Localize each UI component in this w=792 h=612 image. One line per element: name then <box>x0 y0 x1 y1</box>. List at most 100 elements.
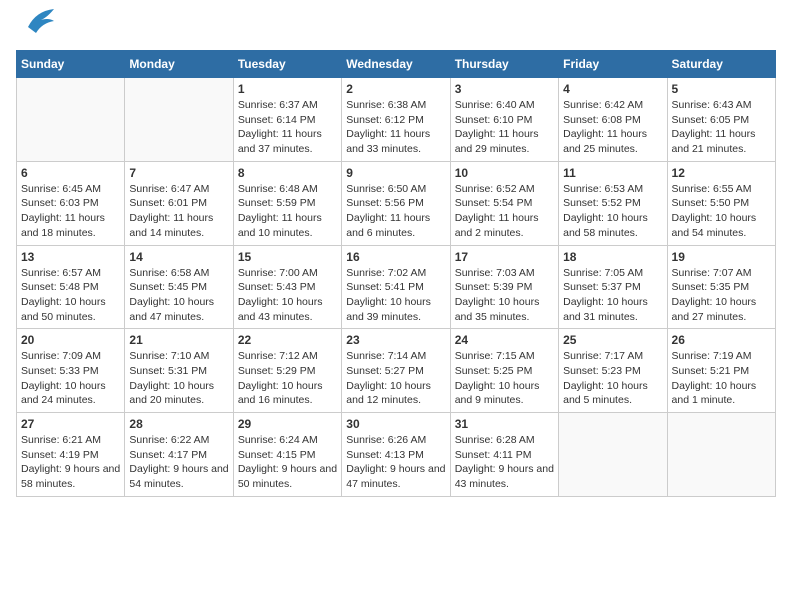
calendar-cell: 12 Sunrise: 6:55 AMSunset: 5:50 PMDayligh… <box>667 161 775 245</box>
day-number: 9 <box>346 166 445 180</box>
day-info: Sunrise: 7:17 AMSunset: 5:23 PMDaylight:… <box>563 349 662 408</box>
day-number: 11 <box>563 166 662 180</box>
day-number: 29 <box>238 417 337 431</box>
calendar-cell: 20Sunrise: 7:09 AMSunset: 5:33 PMDayligh… <box>17 329 125 413</box>
calendar-week-row: 6 Sunrise: 6:45 AMSunset: 6:03 PMDaylight… <box>17 161 776 245</box>
calendar-cell: 7 Sunrise: 6:47 AMSunset: 6:01 PMDaylight… <box>125 161 233 245</box>
day-number: 26 <box>672 333 771 347</box>
day-info: Sunrise: 7:03 AMSunset: 5:39 PMDaylight:… <box>455 266 554 325</box>
day-info: Sunrise: 7:12 AMSunset: 5:29 PMDaylight:… <box>238 349 337 408</box>
calendar-cell: 21 Sunrise: 7:10 AMSunset: 5:31 PMDayligh… <box>125 329 233 413</box>
day-number: 12 <box>672 166 771 180</box>
page-header <box>16 16 776 38</box>
calendar-cell <box>17 78 125 162</box>
calendar-week-row: 27 Sunrise: 6:21 AMSunset: 4:19 PMDayligh… <box>17 413 776 497</box>
calendar-cell: 31Sunrise: 6:28 AMSunset: 4:11 PMDayligh… <box>450 413 558 497</box>
calendar-cell: 16Sunrise: 7:02 AMSunset: 5:41 PMDayligh… <box>342 245 450 329</box>
calendar-cell: 9 Sunrise: 6:50 AMSunset: 5:56 PMDaylight… <box>342 161 450 245</box>
calendar-cell: 8 Sunrise: 6:48 AMSunset: 5:59 PMDaylight… <box>233 161 341 245</box>
day-info: Sunrise: 6:57 AMSunset: 5:48 PMDaylight:… <box>21 266 120 325</box>
day-info: Sunrise: 6:22 AMSunset: 4:17 PMDaylight:… <box>129 433 228 492</box>
day-info: Sunrise: 7:14 AMSunset: 5:27 PMDaylight:… <box>346 349 445 408</box>
day-info: Sunrise: 6:42 AMSunset: 6:08 PMDaylight:… <box>563 98 662 157</box>
calendar-table: SundayMondayTuesdayWednesdayThursdayFrid… <box>16 50 776 497</box>
day-info: Sunrise: 7:19 AMSunset: 5:21 PMDaylight:… <box>672 349 771 408</box>
day-number: 6 <box>21 166 120 180</box>
day-info: Sunrise: 6:24 AMSunset: 4:15 PMDaylight:… <box>238 433 337 492</box>
calendar-cell: 29 Sunrise: 6:24 AMSunset: 4:15 PMDayligh… <box>233 413 341 497</box>
day-number: 14 <box>129 250 228 264</box>
calendar-cell: 5 Sunrise: 6:43 AMSunset: 6:05 PMDaylight… <box>667 78 775 162</box>
day-info: Sunrise: 6:40 AMSunset: 6:10 PMDaylight:… <box>455 98 554 157</box>
logo-bird-icon <box>18 9 54 37</box>
calendar-cell <box>667 413 775 497</box>
day-number: 24 <box>455 333 554 347</box>
day-info: Sunrise: 7:15 AMSunset: 5:25 PMDaylight:… <box>455 349 554 408</box>
calendar-cell: 25Sunrise: 7:17 AMSunset: 5:23 PMDayligh… <box>559 329 667 413</box>
calendar-cell: 22 Sunrise: 7:12 AMSunset: 5:29 PMDayligh… <box>233 329 341 413</box>
weekday-header-monday: Monday <box>125 51 233 78</box>
calendar-cell: 26 Sunrise: 7:19 AMSunset: 5:21 PMDayligh… <box>667 329 775 413</box>
weekday-header-sunday: Sunday <box>17 51 125 78</box>
day-number: 23 <box>346 333 445 347</box>
day-info: Sunrise: 6:21 AMSunset: 4:19 PMDaylight:… <box>21 433 120 492</box>
calendar-week-row: 1 Sunrise: 6:37 AMSunset: 6:14 PMDaylight… <box>17 78 776 162</box>
calendar-cell: 18Sunrise: 7:05 AMSunset: 5:37 PMDayligh… <box>559 245 667 329</box>
calendar-cell: 1 Sunrise: 6:37 AMSunset: 6:14 PMDaylight… <box>233 78 341 162</box>
weekday-header-friday: Friday <box>559 51 667 78</box>
day-info: Sunrise: 6:45 AMSunset: 6:03 PMDaylight:… <box>21 182 120 241</box>
calendar-cell: 13 Sunrise: 6:57 AMSunset: 5:48 PMDayligh… <box>17 245 125 329</box>
day-number: 15 <box>238 250 337 264</box>
day-number: 10 <box>455 166 554 180</box>
day-number: 22 <box>238 333 337 347</box>
weekday-header-thursday: Thursday <box>450 51 558 78</box>
calendar-cell: 24 Sunrise: 7:15 AMSunset: 5:25 PMDayligh… <box>450 329 558 413</box>
day-info: Sunrise: 7:07 AMSunset: 5:35 PMDaylight:… <box>672 266 771 325</box>
day-number: 8 <box>238 166 337 180</box>
day-number: 13 <box>21 250 120 264</box>
day-number: 1 <box>238 82 337 96</box>
day-info: Sunrise: 6:50 AMSunset: 5:56 PMDaylight:… <box>346 182 445 241</box>
calendar-cell: 15 Sunrise: 7:00 AMSunset: 5:43 PMDayligh… <box>233 245 341 329</box>
calendar-cell: 23 Sunrise: 7:14 AMSunset: 5:27 PMDayligh… <box>342 329 450 413</box>
day-info: Sunrise: 6:43 AMSunset: 6:05 PMDaylight:… <box>672 98 771 157</box>
weekday-header-tuesday: Tuesday <box>233 51 341 78</box>
day-number: 17 <box>455 250 554 264</box>
day-info: Sunrise: 6:37 AMSunset: 6:14 PMDaylight:… <box>238 98 337 157</box>
day-number: 5 <box>672 82 771 96</box>
day-info: Sunrise: 6:48 AMSunset: 5:59 PMDaylight:… <box>238 182 337 241</box>
day-info: Sunrise: 7:02 AMSunset: 5:41 PMDaylight:… <box>346 266 445 325</box>
day-number: 4 <box>563 82 662 96</box>
calendar-cell: 4 Sunrise: 6:42 AMSunset: 6:08 PMDaylight… <box>559 78 667 162</box>
day-number: 20 <box>21 333 120 347</box>
calendar-cell <box>559 413 667 497</box>
calendar-cell: 30Sunrise: 6:26 AMSunset: 4:13 PMDayligh… <box>342 413 450 497</box>
day-info: Sunrise: 7:10 AMSunset: 5:31 PMDaylight:… <box>129 349 228 408</box>
calendar-cell: 2Sunrise: 6:38 AMSunset: 6:12 PMDaylight… <box>342 78 450 162</box>
weekday-header-wednesday: Wednesday <box>342 51 450 78</box>
day-number: 19 <box>672 250 771 264</box>
day-number: 27 <box>21 417 120 431</box>
calendar-cell: 28Sunrise: 6:22 AMSunset: 4:17 PMDayligh… <box>125 413 233 497</box>
day-info: Sunrise: 6:55 AMSunset: 5:50 PMDaylight:… <box>672 182 771 241</box>
day-info: Sunrise: 6:58 AMSunset: 5:45 PMDaylight:… <box>129 266 228 325</box>
calendar-cell: 27 Sunrise: 6:21 AMSunset: 4:19 PMDayligh… <box>17 413 125 497</box>
day-info: Sunrise: 6:47 AMSunset: 6:01 PMDaylight:… <box>129 182 228 241</box>
day-number: 21 <box>129 333 228 347</box>
day-number: 18 <box>563 250 662 264</box>
day-number: 3 <box>455 82 554 96</box>
day-info: Sunrise: 6:38 AMSunset: 6:12 PMDaylight:… <box>346 98 445 157</box>
calendar-cell: 6 Sunrise: 6:45 AMSunset: 6:03 PMDaylight… <box>17 161 125 245</box>
calendar-cell: 19 Sunrise: 7:07 AMSunset: 5:35 PMDayligh… <box>667 245 775 329</box>
weekday-header-saturday: Saturday <box>667 51 775 78</box>
weekday-header-row: SundayMondayTuesdayWednesdayThursdayFrid… <box>17 51 776 78</box>
day-number: 7 <box>129 166 228 180</box>
calendar-week-row: 13 Sunrise: 6:57 AMSunset: 5:48 PMDayligh… <box>17 245 776 329</box>
logo <box>16 16 54 38</box>
day-number: 30 <box>346 417 445 431</box>
day-info: Sunrise: 6:53 AMSunset: 5:52 PMDaylight:… <box>563 182 662 241</box>
calendar-cell <box>125 78 233 162</box>
calendar-week-row: 20Sunrise: 7:09 AMSunset: 5:33 PMDayligh… <box>17 329 776 413</box>
day-info: Sunrise: 7:00 AMSunset: 5:43 PMDaylight:… <box>238 266 337 325</box>
calendar-cell: 14 Sunrise: 6:58 AMSunset: 5:45 PMDayligh… <box>125 245 233 329</box>
